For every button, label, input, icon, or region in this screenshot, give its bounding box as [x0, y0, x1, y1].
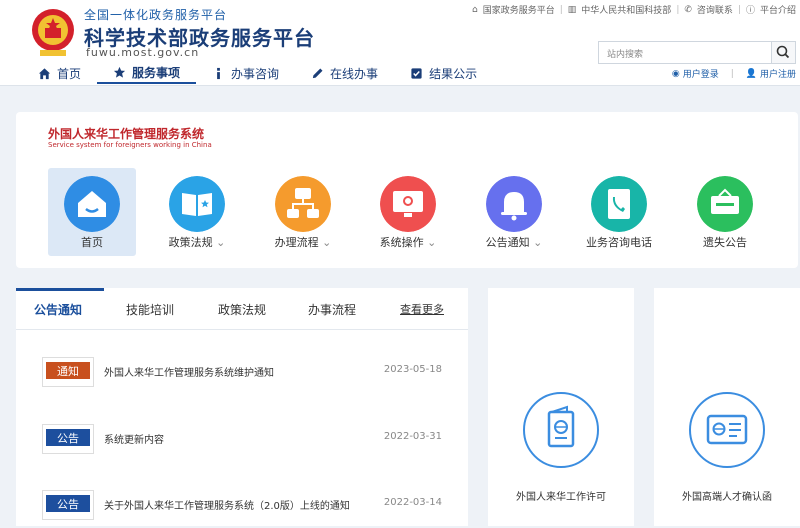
search-input[interactable]: 站内搜索: [607, 47, 643, 60]
national-emblem-icon: [32, 9, 74, 56]
chevron-down-icon: ⌄: [423, 236, 437, 249]
menu-policy[interactable]: 政策法规 ⌄: [153, 168, 241, 256]
login-label: 用户登录: [682, 70, 719, 80]
news-item[interactable]: 通知 外国人来华工作管理服务系统维护通知 2023-05-18: [16, 345, 468, 395]
top-links: ⌂ 国家政务服务平台 | ▥ 中华人民共和国科技部 | ✆ 咨询联系 | ⓘ 平…: [472, 3, 796, 17]
search-box[interactable]: 站内搜索: [598, 41, 796, 64]
chevron-down-icon: ⌄: [318, 236, 332, 249]
bell-icon: [486, 176, 542, 232]
register-label: 用户注册: [759, 70, 796, 80]
news-date: 2023-05-18: [383, 364, 442, 375]
signboard-icon: [697, 176, 753, 232]
menu-label: 公告通知 ⌄: [485, 236, 543, 249]
svg-text:公告: 公告: [57, 498, 79, 511]
book-icon: [169, 176, 225, 232]
announcement-badge-icon: 公告: [42, 424, 94, 454]
building-icon: ▥: [567, 4, 577, 15]
menu-label: 首页: [81, 236, 103, 249]
service-card-talent-letter[interactable]: 外国高端人才确认函: [654, 288, 800, 526]
nav-label: 在线办事: [330, 66, 379, 81]
tab-training[interactable]: 技能培训: [126, 301, 174, 318]
site-header: 全国一体化政务服务平台 科学技术部政务服务平台 fuwu.most.gov.cn…: [0, 0, 800, 86]
info-icon: ⓘ: [745, 6, 755, 16]
menu-label: 办理流程 ⌄: [274, 236, 332, 249]
toplink-about[interactable]: 平台介绍: [760, 3, 796, 16]
notice-badge-icon: 通知: [42, 357, 94, 387]
pencil-icon: [312, 67, 323, 78]
phone-icon: ✆: [684, 4, 692, 15]
menu-operation[interactable]: 系统操作 ⌄: [364, 168, 452, 256]
news-item[interactable]: 公告 关于外国人来华工作管理服务系统（2.0版）上线的通知 2022-03-14: [16, 478, 468, 528]
passport-icon: [523, 392, 599, 468]
toplink-national[interactable]: 国家政务服务平台: [483, 3, 555, 16]
checklist-icon: [411, 67, 422, 79]
tab-process[interactable]: 办事流程: [308, 301, 356, 318]
nav-label: 服务事项: [132, 65, 181, 80]
toplink-contact[interactable]: 咨询联系: [697, 3, 733, 16]
card-label: 外国高端人才确认函: [682, 492, 772, 503]
system-menu: 首页 政策法规 ⌄ 办理流程 ⌄ 系统操作 ⌄ 公告通知 ⌄ 业务咨询电话 遗失…: [48, 168, 788, 256]
system-subtitle: Service system for foreigners working in…: [48, 141, 212, 149]
service-card-work-permit[interactable]: 外国人来华工作许可: [488, 288, 634, 526]
svg-text:通知: 通知: [57, 364, 79, 378]
home-icon: ⌂: [472, 4, 478, 15]
announcement-badge-icon: 公告: [42, 490, 94, 520]
flowchart-icon: [275, 176, 331, 232]
user-icon: ◉: [671, 68, 680, 79]
site-url: fuwu.most.gov.cn: [86, 46, 200, 59]
login-link[interactable]: ◉ 用户登录: [671, 67, 719, 81]
active-tab-indicator: [16, 288, 104, 291]
user-links: ◉ 用户登录 | 👤 用户注册: [671, 67, 796, 81]
tab-announcements[interactable]: 公告通知: [34, 301, 82, 318]
chevron-down-icon: ⌄: [529, 236, 543, 249]
nav-online[interactable]: 在线办事: [295, 62, 394, 84]
register-link[interactable]: 👤 用户注册: [745, 67, 796, 81]
nav-label: 首页: [57, 66, 82, 81]
search-icon: [776, 45, 790, 59]
news-tabs: 公告通知 技能培训 政策法规 办事流程 查看更多: [16, 288, 468, 330]
id-card-icon: [689, 392, 765, 468]
nav-results[interactable]: 结果公示: [394, 62, 493, 84]
menu-home[interactable]: 首页: [48, 168, 136, 256]
menu-notice[interactable]: 公告通知 ⌄: [470, 168, 558, 256]
home-icon: [38, 67, 51, 79]
main-nav: 首页 服务事项 办事咨询 在线办事 结果公示: [22, 62, 493, 86]
tab-policy[interactable]: 政策法规: [218, 301, 266, 318]
portal-name: 全国一体化政务服务平台: [84, 8, 228, 22]
menu-process[interactable]: 办理流程 ⌄: [259, 168, 347, 256]
monitor-gear-icon: [380, 176, 436, 232]
phone-book-icon: [591, 176, 647, 232]
menu-label: 业务咨询电话: [586, 236, 652, 249]
chevron-down-icon: ⌄: [212, 236, 226, 249]
news-panel: 公告通知 技能培训 政策法规 办事流程 查看更多 通知 外国人来华工作管理服务系…: [16, 288, 468, 526]
news-date: 2022-03-31: [383, 431, 442, 442]
menu-label: 系统操作 ⌄: [379, 236, 437, 249]
star-icon: [113, 66, 126, 78]
svg-text:公告: 公告: [57, 432, 79, 445]
news-item[interactable]: 公告 系统更新内容 2022-03-31: [16, 412, 468, 462]
menu-hotline[interactable]: 业务咨询电话: [575, 168, 663, 256]
search-button[interactable]: [771, 42, 795, 63]
news-title[interactable]: 系统更新内容: [104, 431, 164, 446]
nav-consult[interactable]: 办事咨询: [196, 62, 295, 84]
news-date: 2022-03-14: [383, 497, 442, 508]
toplink-most[interactable]: 中华人民共和国科技部: [581, 3, 671, 16]
menu-label: 政策法规 ⌄: [168, 236, 226, 249]
menu-label: 遗失公告: [703, 236, 747, 249]
nav-services[interactable]: 服务事项: [97, 62, 197, 84]
system-title: 外国人来华工作管理服务系统: [48, 127, 205, 141]
info-icon: [217, 67, 220, 79]
news-title[interactable]: 外国人来华工作管理服务系统维护通知: [104, 364, 274, 379]
home-icon: [64, 176, 120, 232]
user-add-icon: 👤: [745, 68, 757, 79]
card-label: 外国人来华工作许可: [516, 492, 606, 503]
system-panel: 外国人来华工作管理服务系统 Service system for foreign…: [16, 112, 798, 268]
news-title[interactable]: 关于外国人来华工作管理服务系统（2.0版）上线的通知: [104, 497, 350, 512]
view-more-link[interactable]: 查看更多: [400, 301, 444, 317]
nav-label: 结果公示: [429, 66, 478, 81]
nav-home[interactable]: 首页: [22, 62, 97, 84]
nav-label: 办事咨询: [231, 66, 280, 81]
menu-lost[interactable]: 遗失公告: [681, 168, 769, 256]
